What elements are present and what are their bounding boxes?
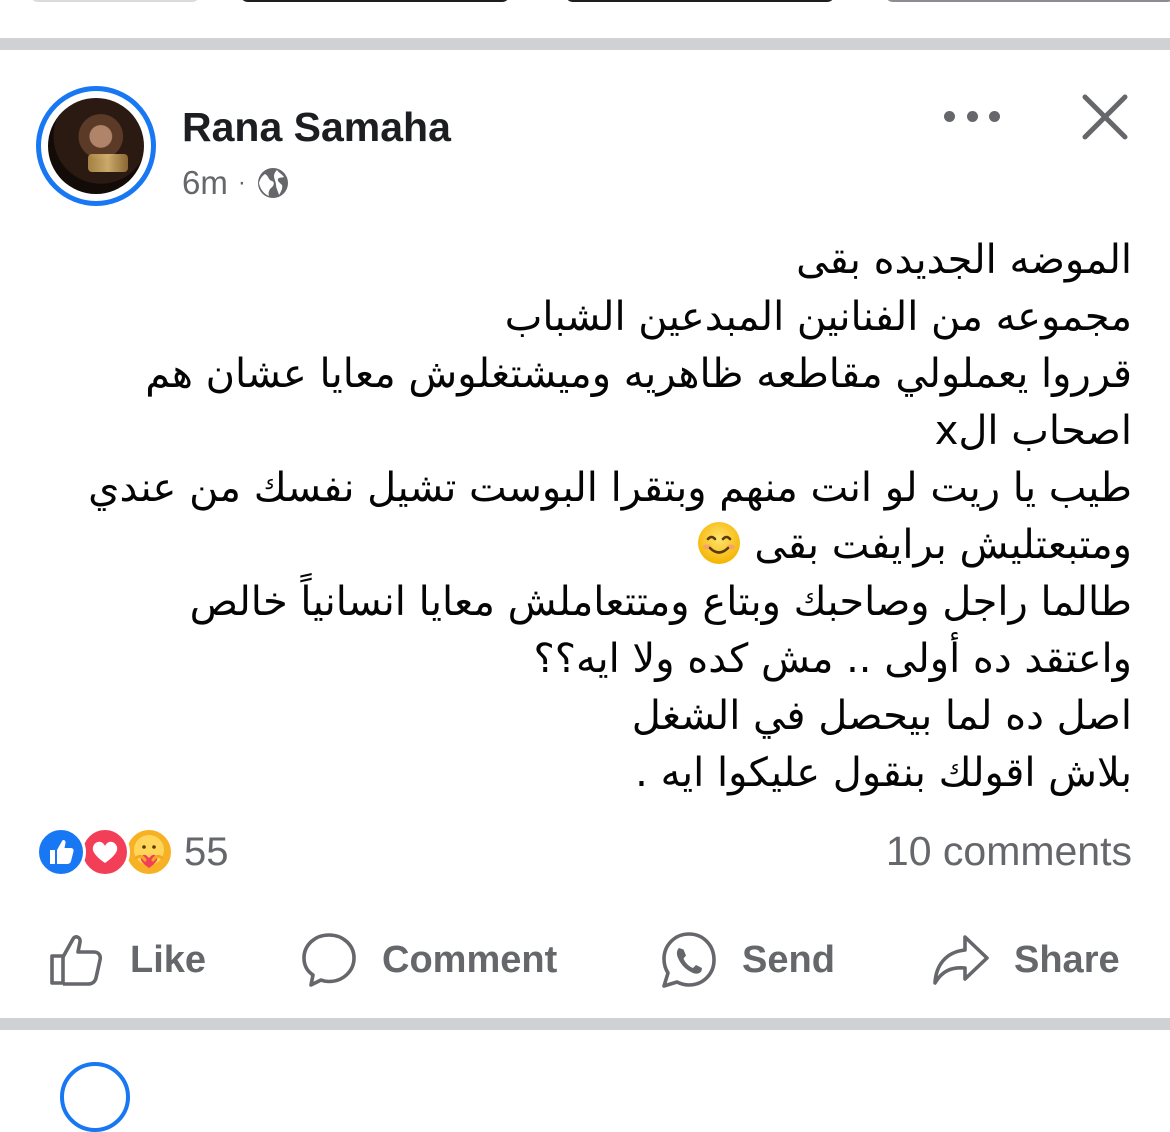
smiling-face-emoji-icon [697,522,740,564]
post-line: قرروا يعملولي مقاطعه ظاهريه وميشتغلوش مع… [145,351,1132,397]
close-icon[interactable] [1078,90,1132,144]
care-reaction-icon [124,827,174,877]
comment-button[interactable]: Comment [298,922,557,998]
post-meta: 6m · [182,164,290,202]
comments-count-link[interactable]: 10 comments [886,828,1132,875]
comment-bubble-icon [302,933,356,987]
post-line: اصل ده لما بيحصل في الشغل [631,693,1132,739]
feed-divider [0,1018,1170,1030]
post-line: الموضه الجديده بقى [796,237,1132,283]
author-name[interactable]: Rana Samaha [182,104,451,151]
globe-icon[interactable] [256,166,290,200]
post-actions-bar: Like Comment Send Share [0,922,1170,998]
meta-separator: · [237,169,246,196]
reactions-summary[interactable]: 55 [36,826,229,878]
post-line: واعتقد ده أولى .. مش كده ولا ايه؟؟ [533,636,1132,682]
send-label: Send [742,938,835,981]
previous-tab-pill[interactable] [565,0,835,2]
avatar-image [48,98,144,194]
next-post-avatar[interactable] [60,1062,130,1132]
reaction-count: 55 [184,829,229,874]
comment-label: Comment [382,938,558,981]
previous-tab-pill[interactable] [885,0,1170,2]
post-line-with-emoji: ومتبعتليش برايفت بقى [40,517,1132,574]
post-line: طالما راجل وصاحبك وبتاع ومتتعاملش معايا … [189,579,1132,625]
like-button[interactable]: Like [46,922,206,998]
post-line: مجموعه من الفنانين المبدعين الشباب [504,294,1132,340]
feed-divider [0,38,1170,50]
post-time[interactable]: 6m [182,164,228,202]
previous-item-strip [0,0,1170,38]
thumbs-up-icon [50,935,103,986]
previous-tab-pill[interactable] [240,0,510,2]
post-body: الموضه الجديده بقى مجموعه من الفنانين ال… [40,232,1132,802]
share-arrow-icon [933,935,989,985]
post-line: ومتبعتليش برايفت بقى [754,522,1132,568]
share-button[interactable]: Share [930,922,1120,998]
dot-icon [966,110,978,122]
more-options-button[interactable] [944,98,1000,134]
like-label: Like [130,938,207,981]
dot-icon [989,110,1000,122]
send-button[interactable]: Send [658,922,835,998]
post-line: اصحاب الx [934,408,1132,454]
share-label: Share [1014,938,1120,981]
author-avatar[interactable] [36,86,156,206]
whatsapp-icon [662,932,716,988]
previous-tab-pill[interactable] [30,0,200,2]
love-reaction-icon [80,827,130,877]
post-line: طيب يا ريت لو انت منهم وبتقرا البوست تشي… [88,465,1132,511]
dot-icon [944,110,955,122]
like-reaction-icon [36,827,86,877]
post-line: بلاش اقولك بنقول عليكوا ايه . [635,750,1132,796]
